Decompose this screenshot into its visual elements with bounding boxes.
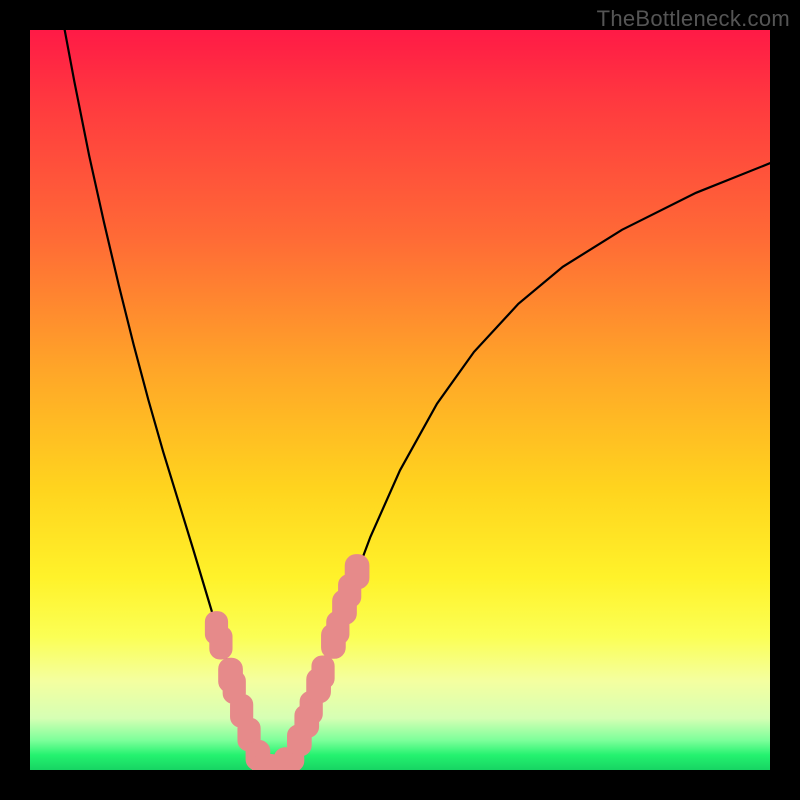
curves-svg (30, 30, 770, 770)
bottleneck-curve (63, 30, 770, 770)
plot-area (30, 30, 770, 770)
marker-group (205, 555, 369, 770)
curve-marker (312, 656, 334, 689)
watermark-text: TheBottleneck.com (597, 6, 790, 32)
curve-marker (345, 555, 369, 589)
curve-marker (210, 626, 232, 659)
chart-container: TheBottleneck.com (0, 0, 800, 800)
